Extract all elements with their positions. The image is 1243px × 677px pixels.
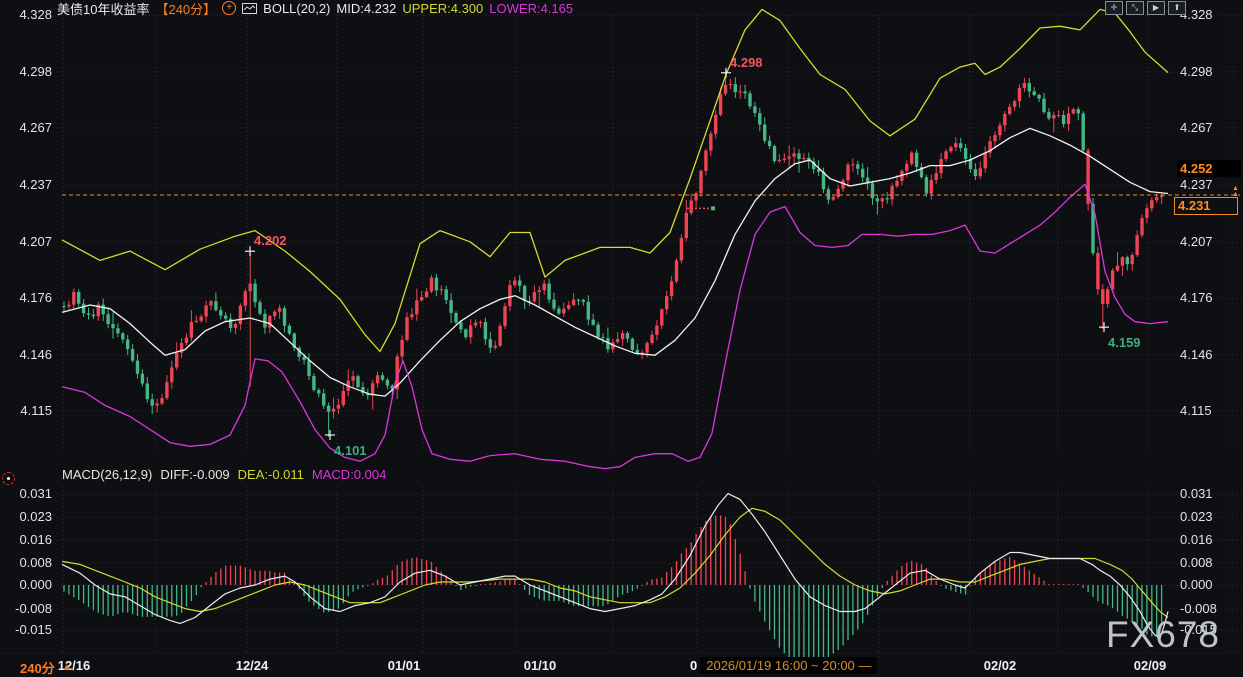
time-axis-label: 02/09 [1134, 658, 1167, 673]
price-tick-label: 4.237 [10, 177, 52, 192]
macd-tick-label: 0.000 [4, 577, 52, 592]
annotation-cross-markers [245, 68, 1109, 440]
price-tick-label: 4.146 [1180, 347, 1213, 362]
price-tick-label: 4.267 [10, 120, 52, 135]
price-extreme-annotation: 4.202 [254, 233, 287, 248]
chart-toolbar: ✛ ⤡ ▶ ⬆ [1105, 1, 1186, 15]
play-forward-button[interactable]: ▶ [1147, 1, 1165, 15]
record-indicator-icon[interactable] [2, 472, 15, 485]
time-axis-label: 12/24 [236, 658, 269, 673]
time-axis-label: 01/10 [524, 658, 557, 673]
macd-value: MACD:0.004 [312, 467, 386, 482]
chart-canvas[interactable] [0, 0, 1243, 677]
instrument-title: 美债10年收益率 [57, 0, 149, 18]
boll-label: BOLL(20,2) [263, 1, 330, 16]
boll-mid-line [62, 128, 1168, 396]
pan-tool-button[interactable]: ✛ [1105, 1, 1123, 15]
macd-tick-label: 0.016 [4, 532, 52, 547]
price-tick-label: 4.115 [10, 403, 52, 418]
boll-lower-value: LOWER:4.165 [489, 1, 573, 16]
macd-diff-value: DIFF:-0.009 [160, 467, 229, 482]
price-tick-label: 4.328 [10, 7, 52, 22]
time-axis-label: 01/01 [388, 658, 421, 673]
macd-dea-value: DEA:-0.011 [238, 467, 304, 482]
macd-diff-line [62, 494, 1168, 638]
kline-chart-icon[interactable] [242, 3, 257, 14]
macd-tick-label: 0.008 [4, 555, 52, 570]
price-extreme-annotation: 4.101 [334, 443, 367, 458]
time-axis-label: 02/02 [984, 658, 1017, 673]
price-tick-label: 4.176 [10, 290, 52, 305]
macd-tick-label: -0.015 [4, 622, 52, 637]
price-tick-label: 4.115 [1180, 403, 1212, 418]
price-tick-label: 4.207 [1180, 234, 1213, 249]
macd-histogram [64, 515, 1162, 668]
price-tick-label: 4.146 [10, 347, 52, 362]
macd-tick-label: -0.008 [4, 601, 52, 616]
zoom-out-button[interactable]: ⤡ [1126, 1, 1144, 15]
macd-tick-label: 0.031 [4, 486, 52, 501]
price-tick-label: 4.237 [1180, 177, 1213, 192]
price-tick-label: 4.298 [10, 64, 52, 79]
add-indicator-icon[interactable]: + [222, 1, 236, 15]
last-price-badge: 4.231 [1174, 197, 1238, 215]
up-arrow-icon: ▲ [62, 662, 72, 673]
boll-upper-value: UPPER:4.300 [402, 1, 483, 16]
macd-tick-label: 0.023 [1180, 509, 1213, 524]
price-extreme-annotation: 4.159 [1108, 335, 1141, 350]
price-tick-label: 4.207 [10, 234, 52, 249]
price-tick-label: 4.298 [1180, 64, 1213, 79]
macd-tick-label: 0.008 [1180, 555, 1213, 570]
boll-upper-line [62, 9, 1168, 351]
fx678-watermark: FX678 [1106, 614, 1220, 656]
boll-mid-value: MID:4.232 [336, 1, 396, 16]
price-badge-high: 4.252 [1177, 160, 1241, 177]
price-tick-label: 4.267 [1180, 120, 1213, 135]
price-direction-marker-icon: ▲ ▲ [1232, 186, 1239, 198]
period-tag[interactable]: 【240分】 [155, 0, 216, 18]
export-button[interactable]: ⬆ [1168, 1, 1186, 15]
macd-dea-line [62, 508, 1168, 617]
kline-chart-app: 美债10年收益率 【240分】 + BOLL(20,2) MID:4.232 U… [0, 0, 1243, 677]
macd-tick-label: 0.023 [4, 509, 52, 524]
macd-tick-label: 0.031 [1180, 486, 1213, 501]
macd-indicator-bar: MACD(26,12,9) DIFF:-0.009 DEA:-0.011 MAC… [62, 467, 386, 482]
main-indicator-bar: 美债10年收益率 【240分】 + BOLL(20,2) MID:4.232 U… [57, 0, 573, 16]
bar-time-tooltip: 0 2026/01/19 16:00 ~ 20:00 — [690, 657, 877, 674]
macd-tick-label: 0.016 [1180, 532, 1213, 547]
price-tick-label: 4.176 [1180, 290, 1213, 305]
macd-label: MACD(26,12,9) [62, 467, 152, 482]
timeframe-indicator[interactable]: 240分 ▲ [20, 658, 72, 677]
bar-time-range: 2026/01/19 16:00 ~ 20:00 — [700, 657, 877, 674]
price-extreme-annotation: 4.298 [730, 55, 763, 70]
candles-layer [62, 71, 1163, 437]
macd-tick-label: 0.000 [1180, 577, 1213, 592]
boll-lower-line [62, 184, 1168, 468]
